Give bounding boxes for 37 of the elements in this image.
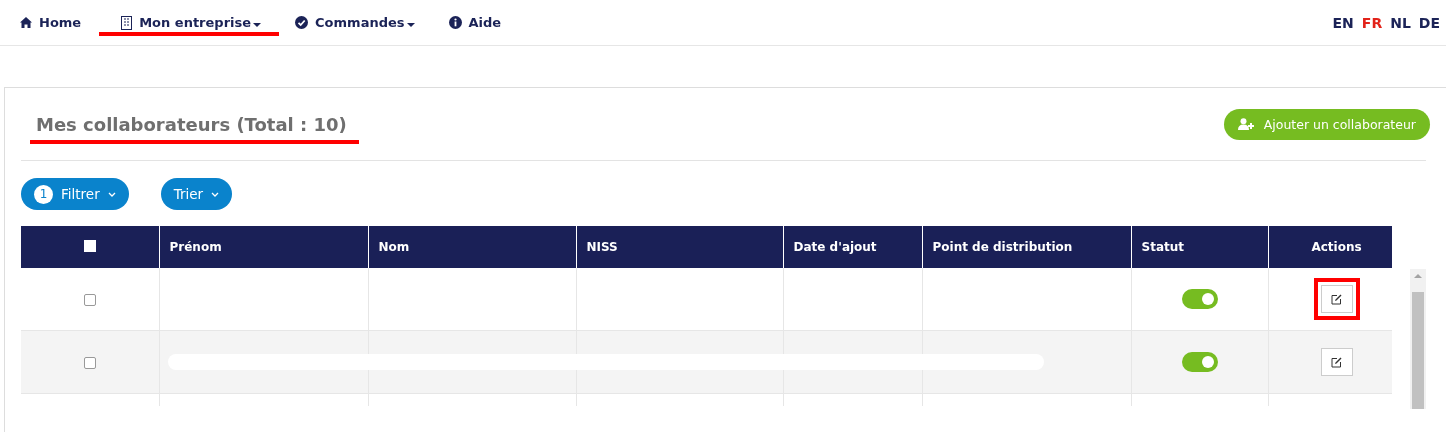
filter-button[interactable]: 1 Filtrer	[21, 178, 129, 210]
column-header: Prénom	[169, 240, 222, 254]
row-checkbox[interactable]	[83, 294, 96, 306]
check-circle-icon	[295, 16, 309, 29]
column-header: NISS	[586, 240, 618, 254]
language-link[interactable]: DE	[1418, 14, 1440, 31]
edit-button[interactable]	[1320, 285, 1353, 313]
column-header: Actions	[1311, 240, 1362, 254]
edit-button[interactable]	[1320, 348, 1353, 376]
column-header: Statut	[1141, 240, 1184, 254]
language-link[interactable]: FR	[1361, 14, 1383, 31]
chevron-down-icon	[107, 191, 116, 197]
language-link[interactable]: NL	[1390, 14, 1411, 31]
chevron-down-icon	[211, 191, 220, 197]
sort-button[interactable]: Trier	[160, 178, 233, 210]
select-all-checkbox[interactable]	[83, 239, 96, 252]
column-header: Point de distribution	[932, 240, 1073, 254]
nav-item[interactable]: Commandes	[295, 0, 431, 46]
caret-icon	[253, 22, 262, 27]
caret-icon	[406, 22, 415, 27]
home-icon	[20, 17, 32, 28]
nav-item[interactable]: Aide	[448, 0, 518, 46]
status-toggle[interactable]	[1181, 352, 1218, 373]
edit-icon	[1331, 356, 1342, 368]
edit-icon	[1331, 293, 1342, 305]
count-badge: 1	[34, 184, 53, 204]
building-icon	[121, 15, 133, 30]
user-plus-icon	[1237, 118, 1254, 130]
language-link[interactable]: EN	[1332, 14, 1354, 31]
nav-item[interactable]: Home	[20, 0, 98, 46]
column-header: Date d'ajout	[793, 240, 877, 254]
panel-title: Mes collaborateurs (Total : 10)	[36, 113, 347, 135]
column-header: Nom	[378, 240, 410, 254]
row-checkbox[interactable]	[83, 357, 96, 369]
info-icon	[448, 16, 462, 29]
status-toggle[interactable]	[1181, 289, 1218, 310]
scrollbar[interactable]	[1410, 269, 1426, 409]
